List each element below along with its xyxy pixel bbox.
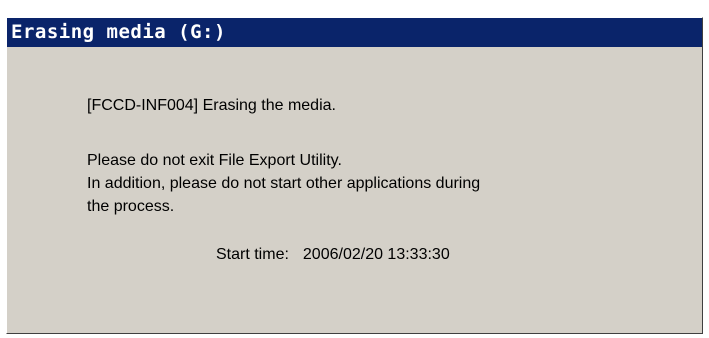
erasing-media-dialog: Erasing media (G:) [FCCD-INF004] Erasing… [6, 17, 703, 334]
status-message: [FCCD-INF004] Erasing the media. [87, 97, 336, 114]
warning-line-2: In addition, please do not start other a… [87, 175, 481, 192]
start-time-label: Start time: [216, 246, 289, 263]
dialog-title: Erasing media (G:) [7, 18, 702, 47]
warning-line-1: Please do not exit File Export Utility. [87, 152, 342, 169]
warning-line-3: the process. [87, 198, 175, 215]
start-time-row: Start time: 2006/02/20 13:33:30 [216, 244, 450, 266]
start-time-value: 2006/02/20 13:33:30 [302, 246, 450, 263]
dialog-content: [FCCD-INF004] Erasing the media. Please … [7, 47, 702, 333]
